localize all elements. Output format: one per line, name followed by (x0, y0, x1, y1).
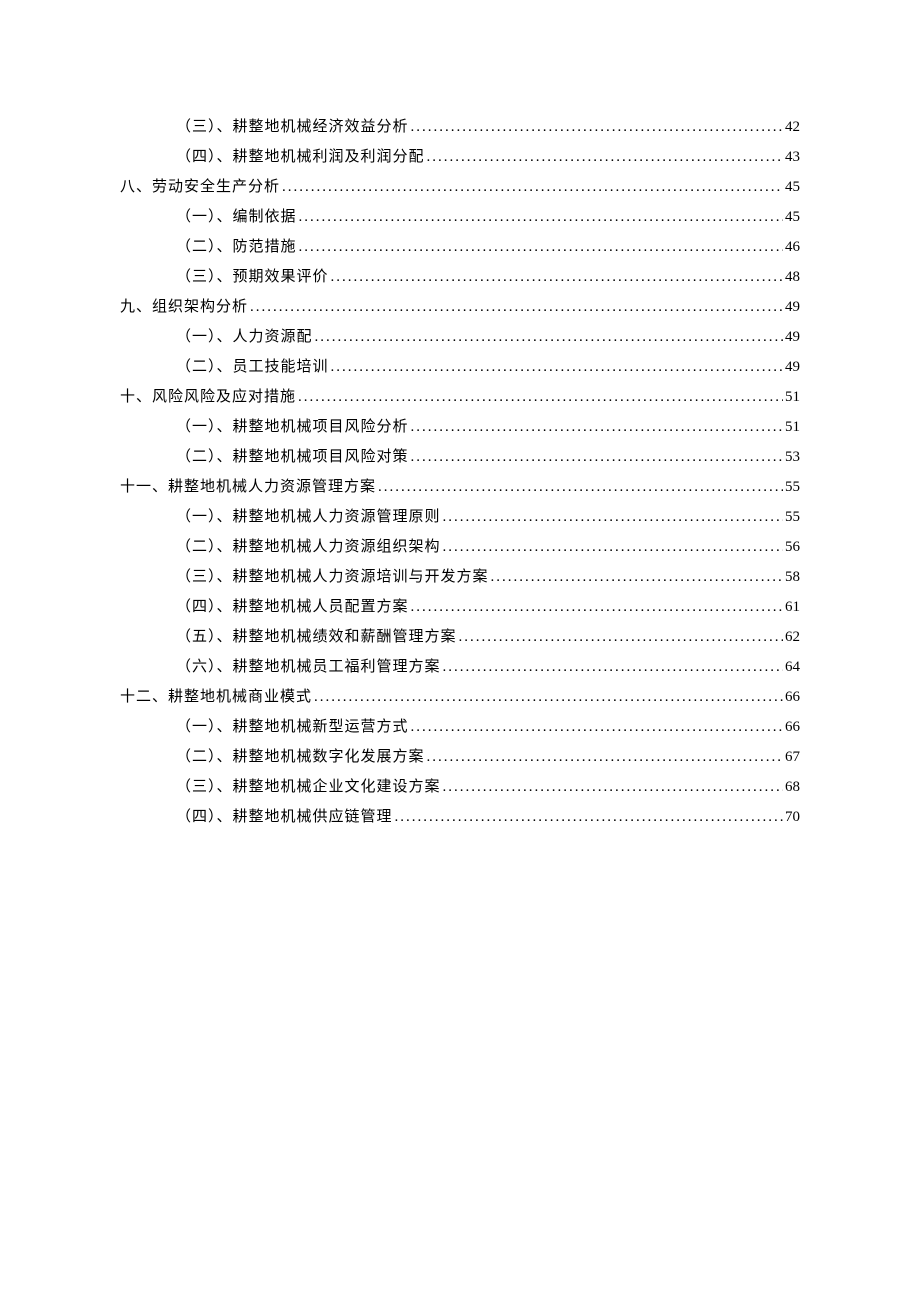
toc-entry-label: （一）、耕整地机械人力资源管理原则 (176, 505, 441, 526)
toc-entry-page: 55 (783, 509, 800, 526)
toc-entry: （四）、耕整地机械供应链管理 70 (120, 805, 800, 826)
toc-entry-label: 九、组织架构分析 (120, 295, 248, 316)
toc-entry-page: 49 (783, 329, 800, 346)
toc-entry-label: （二）、防范措施 (176, 235, 297, 256)
toc-entry-label: （三）、耕整地机械企业文化建设方案 (176, 775, 441, 796)
toc-leader-dots (296, 389, 783, 406)
toc-entry-label: （一）、耕整地机械新型运营方式 (176, 715, 409, 736)
toc-entry-page: 45 (783, 179, 800, 196)
toc-entry-page: 48 (783, 269, 800, 286)
toc-entry: （二）、员工技能培训 49 (120, 355, 800, 376)
toc-leader-dots (425, 149, 783, 166)
toc-entry-label: （二）、耕整地机械项目风险对策 (176, 445, 409, 466)
toc-entry-page: 56 (783, 539, 800, 556)
toc-entry-label: （一）、编制依据 (176, 205, 297, 226)
toc-entry-page: 68 (783, 779, 800, 796)
toc-entry-label: （五）、耕整地机械绩效和薪酬管理方案 (176, 625, 457, 646)
toc-entry-page: 61 (783, 599, 800, 616)
toc-entry: （三）、预期效果评价 48 (120, 265, 800, 286)
toc-entry: （二）、耕整地机械数字化发展方案 67 (120, 745, 800, 766)
toc-entry-page: 43 (783, 149, 800, 166)
toc-leader-dots (313, 329, 783, 346)
toc-entry-label: 十一、耕整地机械人力资源管理方案 (120, 475, 376, 496)
toc-leader-dots (297, 209, 783, 226)
toc-entry-label: （六）、耕整地机械员工福利管理方案 (176, 655, 441, 676)
toc-entry: （三）、耕整地机械人力资源培训与开发方案 58 (120, 565, 800, 586)
toc-entry-label: （三）、耕整地机械经济效益分析 (176, 115, 409, 136)
toc-leader-dots (409, 119, 783, 136)
toc-entry-page: 51 (783, 389, 800, 406)
toc-entry-page: 67 (783, 749, 800, 766)
toc-entry-page: 70 (783, 809, 800, 826)
toc-entry: （三）、耕整地机械经济效益分析 42 (120, 115, 800, 136)
toc-entry-label: （二）、员工技能培训 (176, 355, 329, 376)
toc-entry-label: （四）、耕整地机械供应链管理 (176, 805, 393, 826)
toc-leader-dots (329, 359, 783, 376)
toc-leader-dots (441, 539, 783, 556)
toc-entry-page: 64 (783, 659, 800, 676)
toc-entry: （一）、耕整地机械项目风险分析 51 (120, 415, 800, 436)
toc-leader-dots (457, 629, 783, 646)
toc-entry: （五）、耕整地机械绩效和薪酬管理方案 62 (120, 625, 800, 646)
toc-leader-dots (409, 599, 783, 616)
toc-entry: （六）、耕整地机械员工福利管理方案 64 (120, 655, 800, 676)
toc-entry-page: 53 (783, 449, 800, 466)
toc-entry-label: 十二、耕整地机械商业模式 (120, 685, 312, 706)
toc-entry-page: 46 (783, 239, 800, 256)
toc-entry: （四）、耕整地机械利润及利润分配 43 (120, 145, 800, 166)
toc-leader-dots (312, 689, 783, 706)
toc-entry-page: 49 (783, 359, 800, 376)
toc-leader-dots (425, 749, 783, 766)
toc-entry-page: 49 (783, 299, 800, 316)
toc-entry-page: 55 (783, 479, 800, 496)
toc-entry-label: （二）、耕整地机械人力资源组织架构 (176, 535, 441, 556)
toc-entry: 九、组织架构分析 49 (120, 295, 800, 316)
toc-entry-page: 66 (783, 689, 800, 706)
toc-entry: 十、风险风险及应对措施 51 (120, 385, 800, 406)
toc-entry: （二）、耕整地机械人力资源组织架构 56 (120, 535, 800, 556)
toc-entry-label: （四）、耕整地机械人员配置方案 (176, 595, 409, 616)
toc-entry-page: 66 (783, 719, 800, 736)
toc-entry-page: 62 (783, 629, 800, 646)
toc-leader-dots (248, 299, 783, 316)
toc-leader-dots (329, 269, 783, 286)
toc-entry-page: 51 (783, 419, 800, 436)
toc-leader-dots (280, 179, 783, 196)
toc-entry: （一）、人力资源配 49 (120, 325, 800, 346)
toc-entry-label: （一）、人力资源配 (176, 325, 313, 346)
toc-entry: （二）、耕整地机械项目风险对策 53 (120, 445, 800, 466)
toc-leader-dots (409, 419, 783, 436)
toc-entry: （一）、编制依据 45 (120, 205, 800, 226)
toc-leader-dots (409, 719, 783, 736)
toc-entry-label: （四）、耕整地机械利润及利润分配 (176, 145, 425, 166)
toc-leader-dots (376, 479, 783, 496)
toc-entry: （二）、防范措施 46 (120, 235, 800, 256)
toc-leader-dots (393, 809, 783, 826)
toc-entry-label: （三）、预期效果评价 (176, 265, 329, 286)
toc-entry: （一）、耕整地机械人力资源管理原则 55 (120, 505, 800, 526)
toc-leader-dots (409, 449, 783, 466)
toc-entry-label: （二）、耕整地机械数字化发展方案 (176, 745, 425, 766)
toc-entry-page: 42 (783, 119, 800, 136)
toc-entry: 八、劳动安全生产分析 45 (120, 175, 800, 196)
toc-leader-dots (441, 779, 783, 796)
toc-entry-label: 十、风险风险及应对措施 (120, 385, 296, 406)
toc-leader-dots (297, 239, 783, 256)
toc-entry: 十二、耕整地机械商业模式 66 (120, 685, 800, 706)
toc-entry: （一）、耕整地机械新型运营方式 66 (120, 715, 800, 736)
table-of-contents: （三）、耕整地机械经济效益分析 42 （四）、耕整地机械利润及利润分配 43 八、劳动安… (120, 115, 800, 826)
toc-entry: （三）、耕整地机械企业文化建设方案 68 (120, 775, 800, 796)
toc-entry-label: （三）、耕整地机械人力资源培训与开发方案 (176, 565, 489, 586)
toc-leader-dots (441, 509, 783, 526)
toc-entry-page: 45 (783, 209, 800, 226)
toc-entry-page: 58 (783, 569, 800, 586)
toc-entry: 十一、耕整地机械人力资源管理方案 55 (120, 475, 800, 496)
toc-entry: （四）、耕整地机械人员配置方案 61 (120, 595, 800, 616)
toc-leader-dots (489, 569, 783, 586)
toc-entry-label: 八、劳动安全生产分析 (120, 175, 280, 196)
toc-leader-dots (441, 659, 783, 676)
toc-entry-label: （一）、耕整地机械项目风险分析 (176, 415, 409, 436)
